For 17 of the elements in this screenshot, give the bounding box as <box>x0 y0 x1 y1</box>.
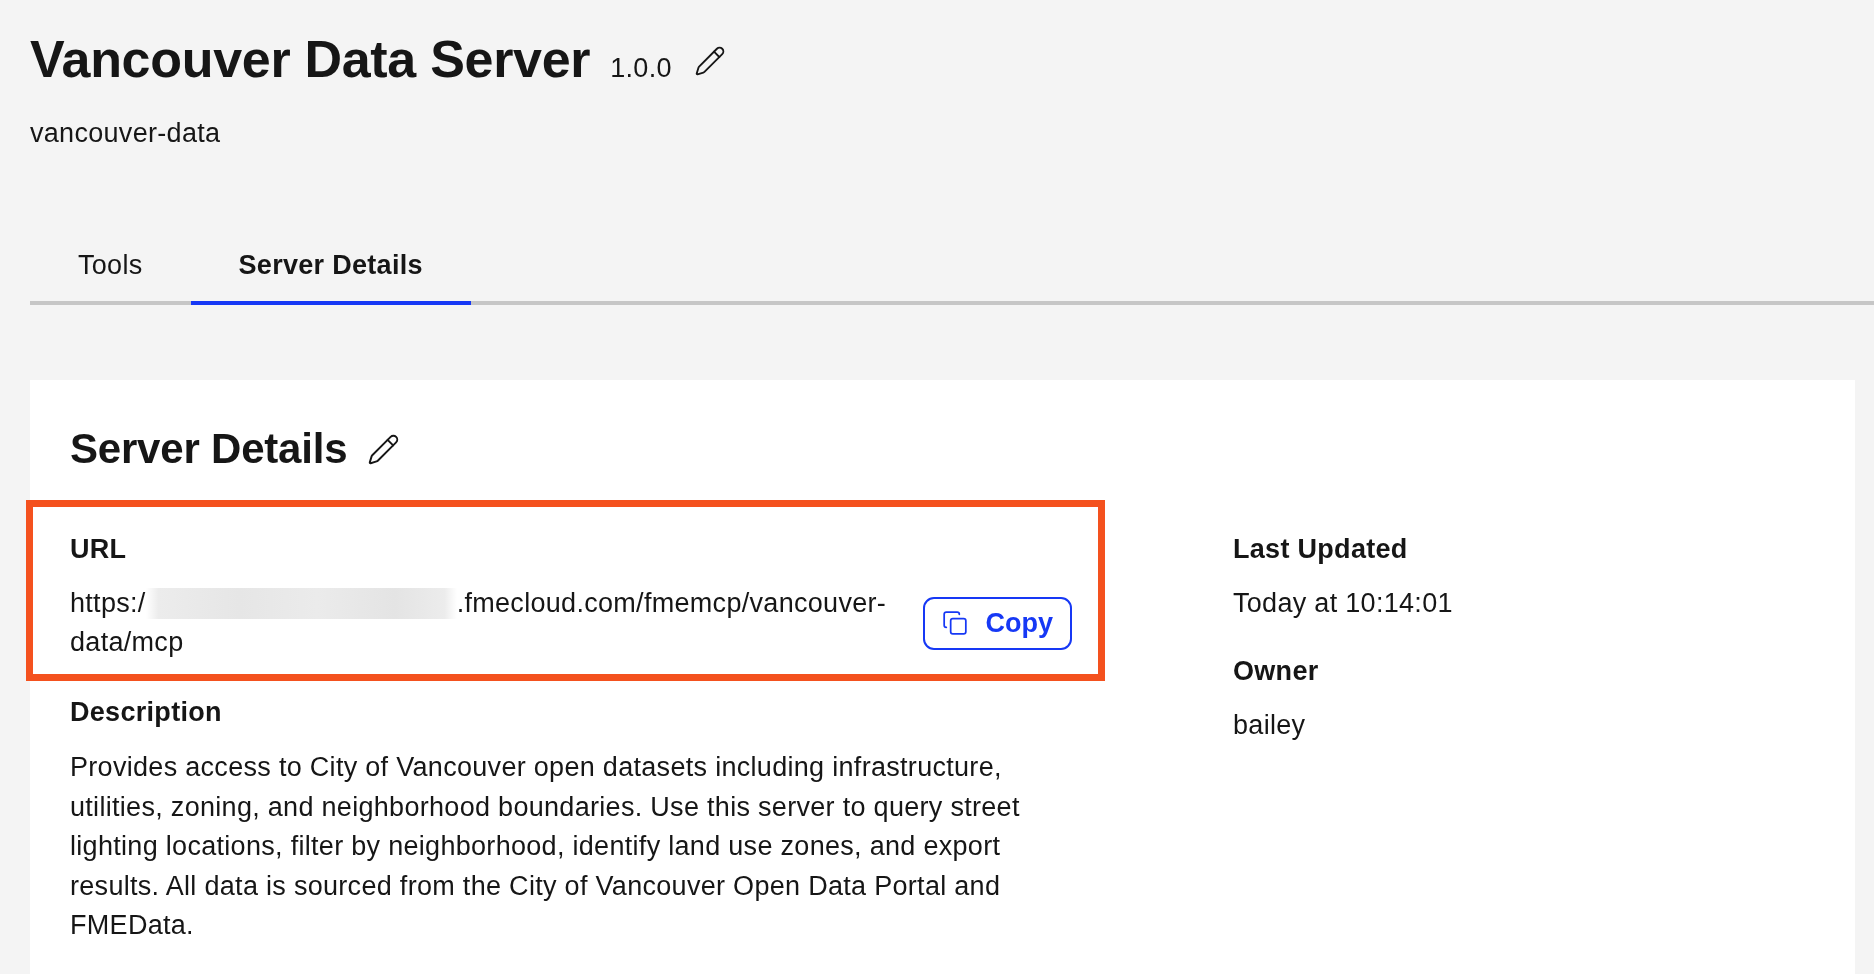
server-slug: vancouver-data <box>30 117 221 150</box>
tab[interactable]: Server Details <box>190 235 471 305</box>
field-value: Today at 10:14:01 <box>1233 587 1453 620</box>
copy-icon <box>941 610 968 636</box>
field-label: Description <box>70 696 222 729</box>
edit-icon[interactable] <box>367 432 401 466</box>
field-label: Last Updated <box>1233 533 1408 566</box>
field-label: URL <box>70 533 127 566</box>
field-value: bailey <box>1233 709 1306 742</box>
description-text: Provides access to City of Vancouver open datasets including infrastructure, utilities, zoning, and neighborhood boundaries. Use this server to query street lighting locations, filter by neighborhood, identify land use zones, and export results. All data is sourced from the City of Vancouver Open Data Portal and FMEData. <box>70 751 1021 942</box>
edit-icon[interactable] <box>693 45 726 77</box>
tab[interactable]: Tools <box>30 235 191 305</box>
field-label: Owner <box>1233 655 1319 688</box>
version-label: 1.0.0 <box>610 52 672 85</box>
card-heading: Server Details <box>70 425 348 473</box>
page-title: Vancouver Data Server <box>30 29 591 89</box>
copy-button[interactable]: Copy <box>922 596 1072 650</box>
